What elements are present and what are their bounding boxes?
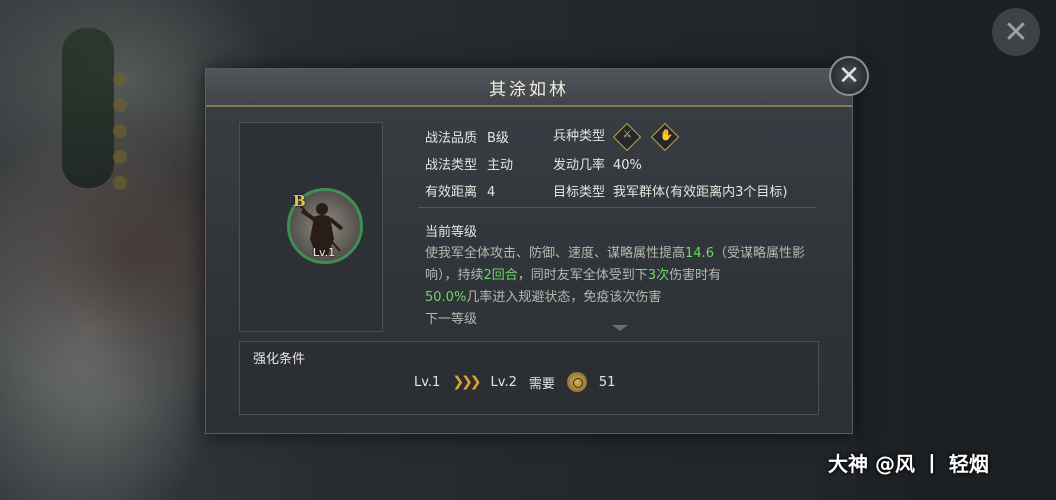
- upgrade-from-level: Lv.1: [414, 374, 441, 390]
- attr-quality-label: 战法品质: [425, 131, 478, 146]
- attr-target-label: 目标类型: [553, 185, 606, 200]
- attr-rate-label: 发动几率: [553, 158, 606, 173]
- upgrade-to-level: Lv.2: [490, 374, 517, 390]
- close-button[interactable]: ✕: [829, 56, 869, 96]
- attr-range-value: 4: [487, 185, 496, 200]
- attr-range: 有效距离 4: [425, 181, 495, 200]
- attr-quality: 战法品质 B级: [425, 127, 509, 146]
- attr-target: 目标类型 我军群体(有效距离内3个目标): [553, 181, 787, 200]
- desc-text: ，同时友军全体受到下: [517, 268, 648, 283]
- attr-rate-value: 40%: [613, 158, 642, 173]
- attr-troop-label: 兵种类型: [553, 129, 606, 144]
- upgrade-requirement-row: Lv.1 ❯❯❯ Lv.2 需要 51: [414, 372, 615, 392]
- tactic-point-icon: [566, 372, 587, 392]
- attr-type-label: 战法类型: [425, 158, 478, 173]
- desc-text: 使我军全体攻击、防御、速度、谋略属性提高: [425, 246, 686, 261]
- tactic-grade-badge: B: [293, 192, 306, 210]
- attr-quality-value: B级: [487, 131, 509, 146]
- tactic-description[interactable]: 使我军全体攻击、防御、速度、谋略属性提高14.6（受谋略属性影响），持续2回合，…: [425, 243, 820, 331]
- attr-rate: 发动几率 40%: [553, 154, 642, 173]
- desc-value-highlight: 14.6: [685, 246, 714, 261]
- archer-troop-icon[interactable]: ✋: [651, 122, 680, 151]
- attr-type-value: 主动: [487, 158, 514, 173]
- attr-troop: 兵种类型 ⚔ ✋: [553, 122, 680, 151]
- desc-value-highlight: 2回合: [483, 268, 518, 283]
- upgrade-need-label: 需要: [528, 376, 555, 392]
- tactic-level-badge: Lv.1: [312, 246, 336, 259]
- desc-text: 伤害时有: [669, 268, 722, 283]
- desc-value-highlight: 50.0%: [425, 290, 467, 305]
- watermark-text: 大神 @风 丨 轻烟: [828, 452, 989, 476]
- attr-target-value: 我军群体(有效距离内3个目标): [613, 185, 788, 200]
- triple-chevron-right-icon: ❯❯❯: [452, 374, 481, 390]
- attr-divider: [418, 207, 816, 208]
- background-close-icon: ✕: [992, 8, 1040, 56]
- dialog-title-bar: 其涂如林: [206, 69, 852, 107]
- upgrade-condition-panel: 强化条件 Lv.1 ❯❯❯ Lv.2 需要 51: [239, 341, 819, 415]
- attr-type: 战法类型 主动: [425, 154, 513, 173]
- upgrade-condition-title: 强化条件: [253, 352, 306, 367]
- tactic-portrait-panel: B Lv.1: [239, 122, 383, 332]
- tactic-detail-dialog: 其涂如林 B Lv.1 战法品质 B级 兵种类型 ⚔ ✋ 战法类型 主动 发动几率 4…: [205, 68, 853, 434]
- next-level-label: 下一等级: [425, 312, 478, 327]
- cavalry-troop-icon[interactable]: ⚔: [613, 122, 642, 151]
- scroll-down-icon[interactable]: [612, 325, 628, 331]
- desc-value-highlight: 3次: [647, 268, 670, 283]
- dialog-title: 其涂如林: [489, 79, 569, 100]
- upgrade-cost: 51: [598, 374, 616, 390]
- attr-range-label: 有效距离: [425, 185, 478, 200]
- current-level-label: 当前等级: [425, 225, 478, 240]
- desc-text: 几率进入规避状态，免疫该次伤害: [466, 290, 662, 305]
